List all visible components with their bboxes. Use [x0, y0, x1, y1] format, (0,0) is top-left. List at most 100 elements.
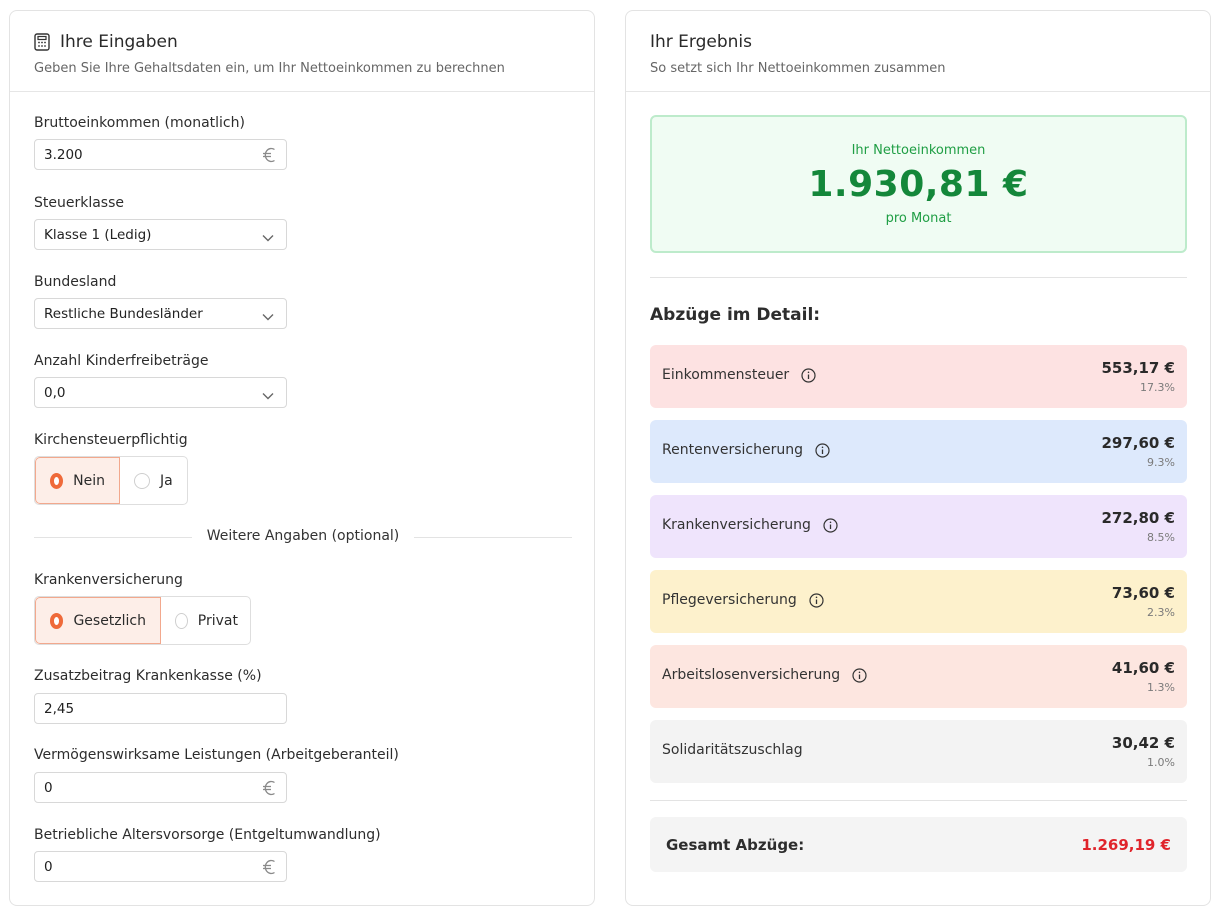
bav-input[interactable]: 0 [34, 851, 287, 882]
radio-checked-icon [50, 472, 64, 489]
deduction-row: Solidaritätszuschlag 30,42 € 1.0% [650, 720, 1187, 783]
total-deductions-label: Gesamt Abzüge: [666, 836, 805, 854]
kirchensteuer-label: Kirchensteuerpflichtig [34, 432, 188, 448]
steuerklasse-value: Klasse 1 (Ledig) [44, 226, 152, 243]
info-icon[interactable] [809, 592, 824, 608]
bav-value: 0 [44, 858, 53, 875]
krankenversicherung-option-privat[interactable]: Privat [161, 597, 250, 644]
vwl-value: 0 [44, 779, 53, 796]
net-income-period: pro Monat [885, 211, 952, 226]
option-label: Privat [197, 612, 238, 629]
deductions-title: Abzüge im Detail: [650, 305, 821, 325]
deduction-name: Krankenversicherung [662, 517, 811, 533]
divider-line-right [414, 537, 572, 538]
euro-icon [262, 779, 276, 797]
steuerklasse-label: Steuerklasse [34, 195, 125, 211]
deduction-name: Solidaritätszuschlag [662, 742, 803, 758]
info-icon[interactable] [815, 442, 830, 458]
option-label: Ja [160, 472, 173, 489]
deduction-name-group: Pflegeversicherung [662, 592, 824, 608]
option-label: Nein [73, 472, 105, 489]
bundesland-label: Bundesland [34, 274, 117, 290]
deduction-amount: 272,80 € [1101, 509, 1175, 527]
inputs-header: Ihre Eingaben Geben Sie Ihre Gehaltsdate… [10, 11, 594, 92]
kirchensteuer-option-nein[interactable]: Nein [35, 457, 120, 504]
deduction-amount: 73,60 € [1111, 584, 1175, 602]
kinder-value: 0,0 [44, 384, 66, 401]
info-icon[interactable] [801, 367, 816, 383]
krankenversicherung-label: Krankenversicherung [34, 572, 183, 588]
deduction-name-group: Einkommensteuer [662, 367, 816, 383]
radio-unchecked-icon [175, 612, 188, 629]
total-deductions-row: Gesamt Abzüge: 1.269,19 € [650, 817, 1187, 872]
bundesland-select[interactable]: Restliche Bundesländer [34, 298, 287, 329]
divider-text: Weitere Angaben (optional) [206, 528, 400, 544]
deduction-percent: 1.3% [1147, 681, 1175, 694]
vwl-input[interactable]: 0 [34, 772, 287, 803]
deduction-name: Einkommensteuer [662, 367, 790, 383]
brutto-label: Bruttoeinkommen (monatlich) [34, 115, 245, 131]
net-income-box: Ihr Nettoeinkommen 1.930,81 € pro Monat [650, 115, 1187, 253]
steuerklasse-select[interactable]: Klasse 1 (Ledig) [34, 219, 287, 250]
brutto-input[interactable]: 3.200 [34, 139, 287, 170]
zusatzbeitrag-label: Zusatzbeitrag Krankenkasse (%) [34, 668, 262, 684]
deduction-amount: 297,60 € [1101, 434, 1175, 452]
euro-icon [262, 146, 276, 164]
result-title: Ihr Ergebnis [650, 32, 753, 52]
krankenversicherung-option-gesetzlich[interactable]: Gesetzlich [35, 597, 161, 644]
inputs-card: Ihre Eingaben Geben Sie Ihre Gehaltsdate… [9, 10, 595, 906]
kirchensteuer-radio-group: Nein Ja [34, 456, 188, 505]
chevron-down-icon [262, 388, 274, 400]
brutto-value: 3.200 [44, 146, 83, 163]
deduction-percent: 17.3% [1140, 381, 1175, 394]
deduction-row: Krankenversicherung 272,80 € 8.5% [650, 495, 1187, 558]
deduction-name: Pflegeversicherung [662, 592, 797, 608]
deduction-row: Rentenversicherung 297,60 € 9.3% [650, 420, 1187, 483]
krankenversicherung-radio-group: Gesetzlich Privat [34, 596, 251, 645]
divider [650, 800, 1187, 801]
bav-label: Betriebliche Altersvorsorge (Entgeltumwa… [34, 827, 381, 843]
deduction-amount: 41,60 € [1111, 659, 1175, 677]
deduction-percent: 1.0% [1147, 756, 1175, 769]
deduction-name-group: Arbeitslosenversicherung [662, 667, 867, 683]
deduction-name-group: Rentenversicherung [662, 442, 830, 458]
deduction-amount: 553,17 € [1101, 359, 1175, 377]
deduction-name-group: Solidaritätszuschlag [662, 742, 803, 758]
deduction-row: Pflegeversicherung 73,60 € 2.3% [650, 570, 1187, 633]
deduction-percent: 8.5% [1147, 531, 1175, 544]
zusatzbeitrag-input[interactable]: 2,45 [34, 693, 287, 724]
result-header: Ihr Ergebnis So setzt sich Ihr Nettoeink… [626, 11, 1210, 92]
divider [650, 277, 1187, 278]
chevron-down-icon [262, 309, 274, 321]
vwl-label: Vermögenswirksame Leistungen (Arbeitgebe… [34, 747, 399, 763]
inputs-title: Ihre Eingaben [60, 32, 178, 52]
deduction-name-group: Krankenversicherung [662, 517, 838, 533]
euro-icon [262, 858, 276, 876]
info-icon[interactable] [823, 517, 838, 533]
radio-unchecked-icon [134, 472, 150, 489]
zusatzbeitrag-value: 2,45 [44, 700, 75, 717]
net-income-label: Ihr Nettoeinkommen [851, 143, 986, 158]
kinder-select[interactable]: 0,0 [34, 377, 287, 408]
deduction-name: Arbeitslosenversicherung [662, 667, 841, 683]
deduction-row: Arbeitslosenversicherung 41,60 € 1.3% [650, 645, 1187, 708]
radio-checked-icon [50, 612, 64, 629]
result-subtitle: So setzt sich Ihr Nettoeinkommen zusamme… [650, 61, 946, 76]
deduction-percent: 9.3% [1147, 456, 1175, 469]
deduction-name: Rentenversicherung [662, 442, 803, 458]
calculator-icon [34, 33, 50, 51]
info-icon[interactable] [852, 667, 867, 683]
inputs-title-row: Ihre Eingaben [34, 31, 570, 53]
chevron-down-icon [262, 230, 274, 242]
deduction-percent: 2.3% [1147, 606, 1175, 619]
deduction-row: Einkommensteuer 553,17 € 17.3% [650, 345, 1187, 408]
option-label: Gesetzlich [73, 612, 146, 629]
optional-divider: Weitere Angaben (optional) [34, 528, 572, 548]
total-deductions-value: 1.269,19 € [1081, 836, 1171, 854]
bundesland-value: Restliche Bundesländer [44, 305, 203, 322]
kinder-label: Anzahl Kinderfreibeträge [34, 353, 209, 369]
result-card: Ihr Ergebnis So setzt sich Ihr Nettoeink… [625, 10, 1211, 906]
deduction-amount: 30,42 € [1111, 734, 1175, 752]
inputs-subtitle: Geben Sie Ihre Gehaltsdaten ein, um Ihr … [34, 61, 505, 76]
kirchensteuer-option-ja[interactable]: Ja [120, 457, 187, 504]
